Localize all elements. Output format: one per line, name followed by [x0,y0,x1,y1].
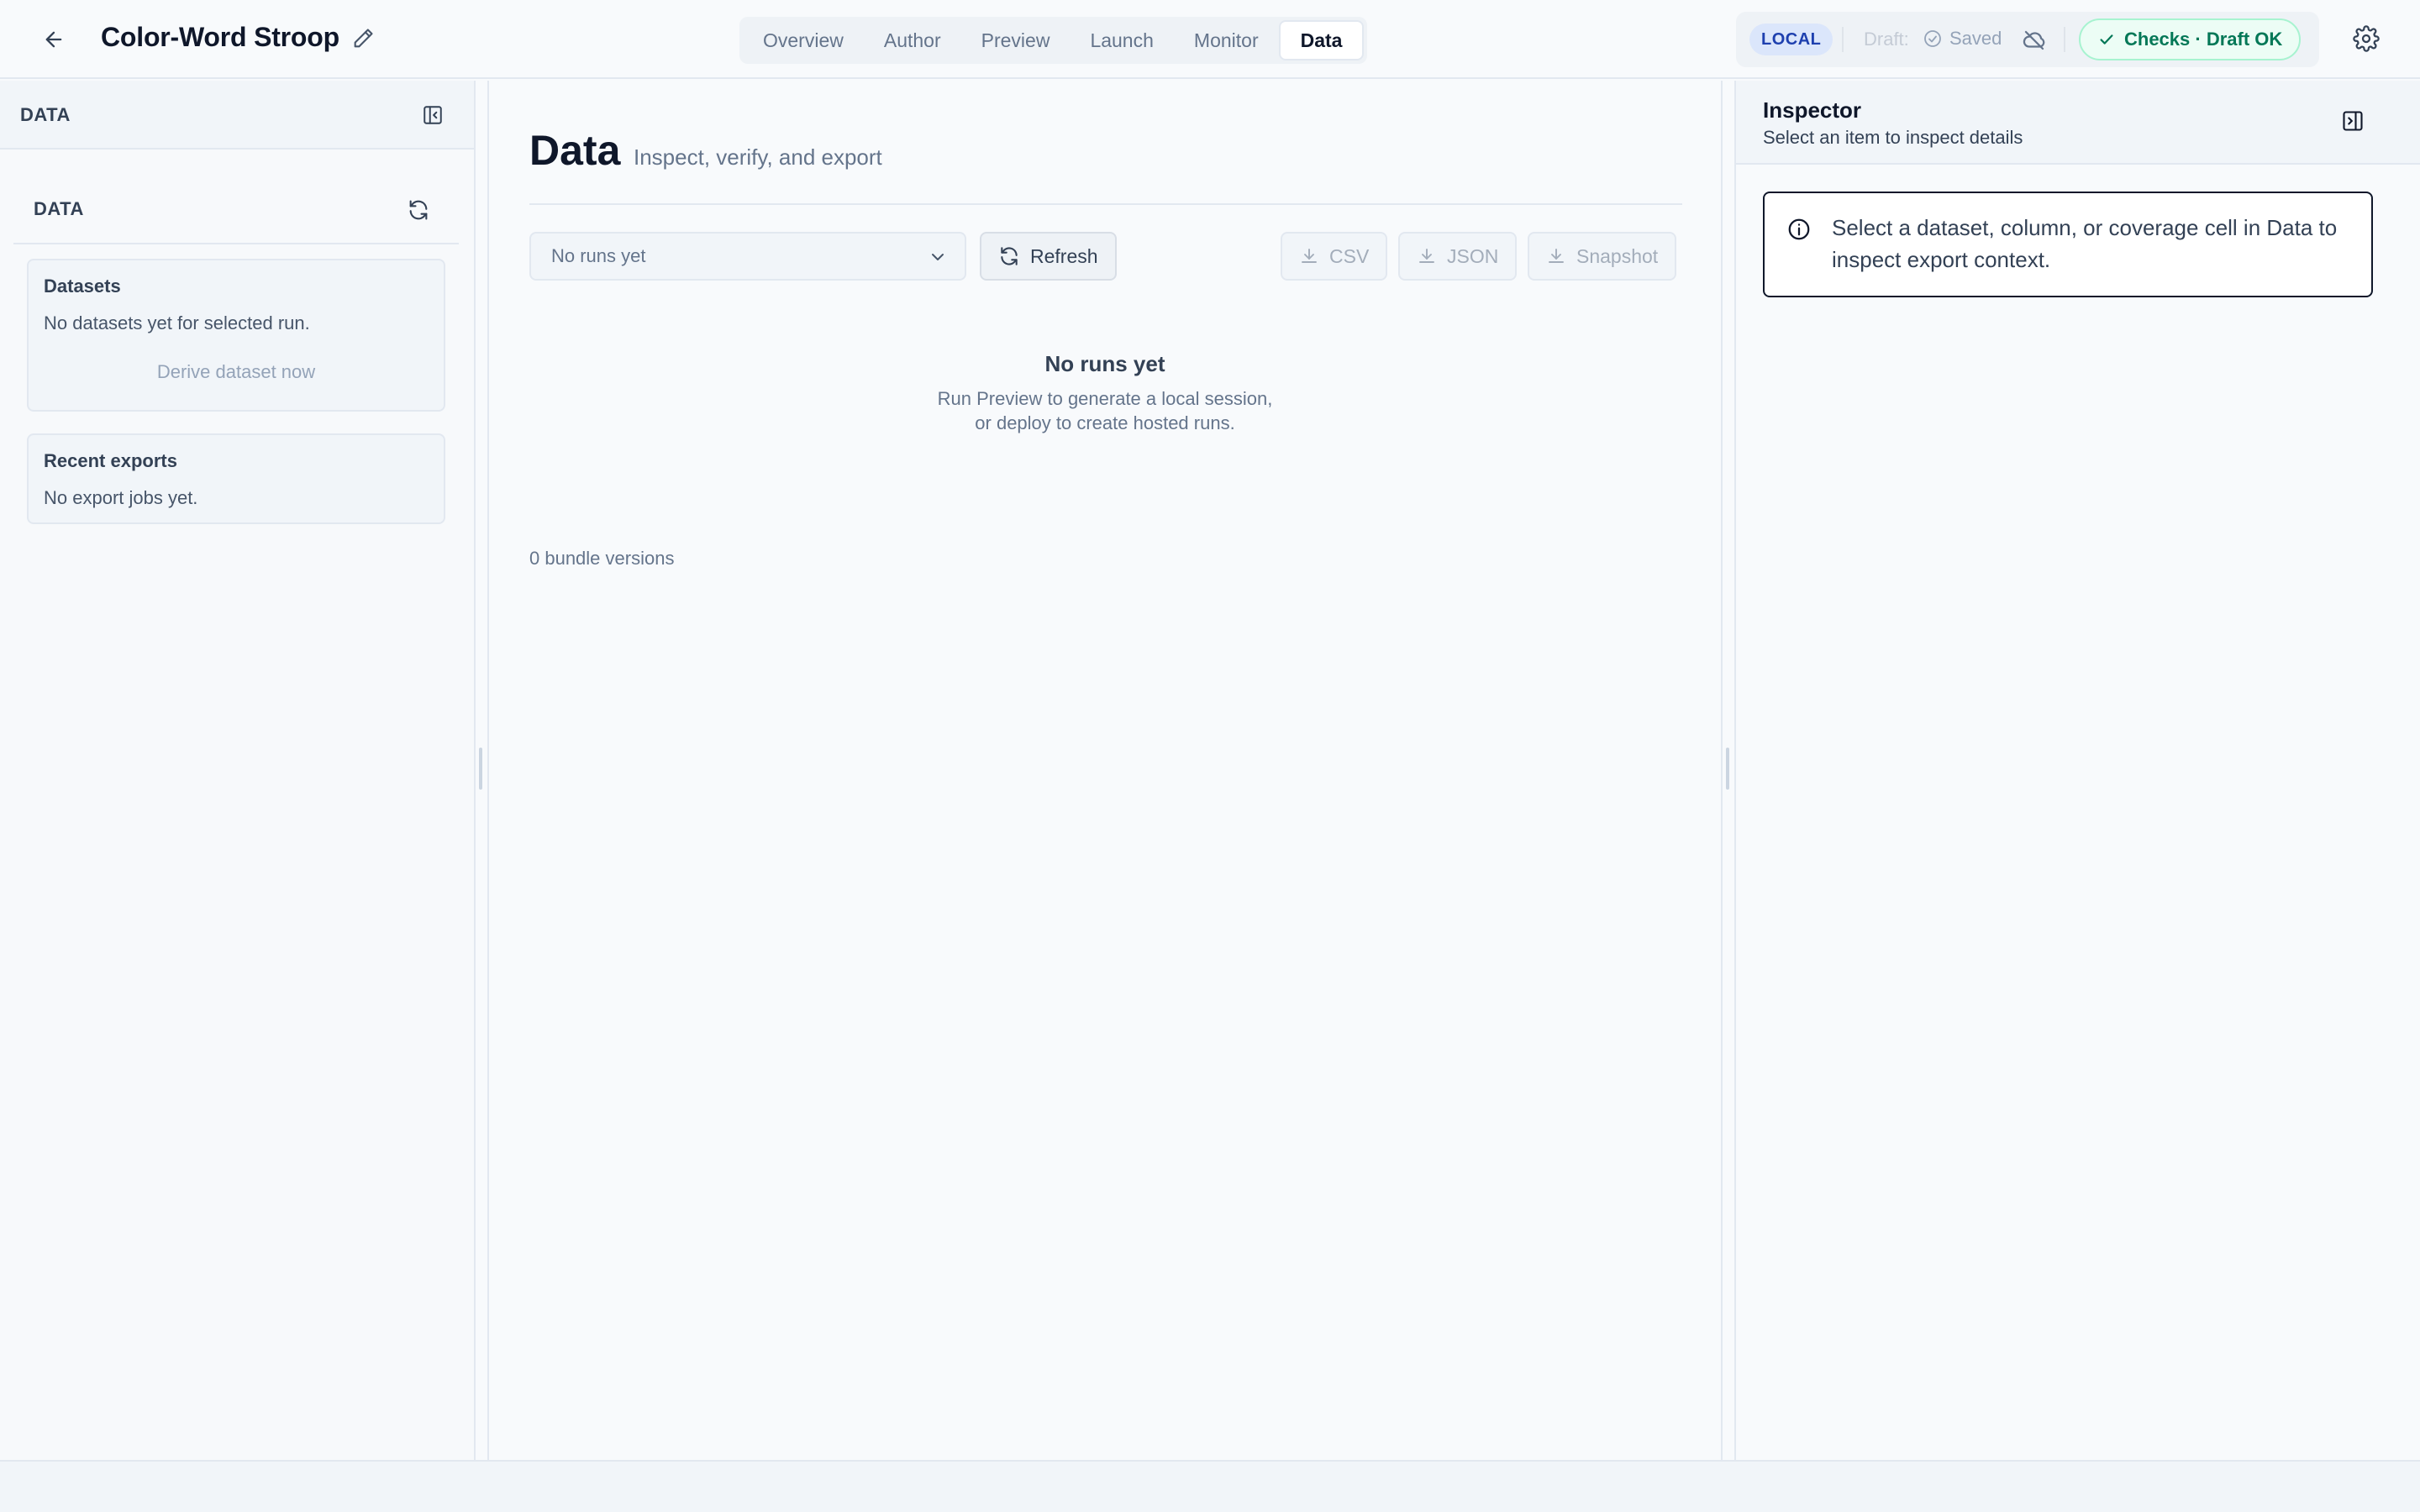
checks-label: Checks · Draft OK [2124,29,2283,50]
left-resize-handle[interactable] [479,748,482,790]
empty-state-text: Run Preview to generate a local session,… [937,388,1273,433]
tab-launch[interactable]: Launch [1070,20,1173,60]
page-title: Data [529,127,621,174]
divider [13,243,459,244]
main-tabs: Overview Author Preview Launch Monitor D… [739,17,1368,64]
derive-dataset-button[interactable]: Derive dataset now [29,361,444,383]
export-snapshot-label: Snapshot [1576,244,1659,267]
run-select-value: No runs yet [551,245,646,266]
main-content: Data Inspect, verify, and export No runs… [487,81,1723,1460]
inspector-info-box: Select a dataset, column, or coverage ce… [1763,192,2373,297]
pencil-icon [354,29,373,48]
page-subtitle: Inspect, verify, and export [634,144,882,170]
tab-monitor[interactable]: Monitor [1174,20,1279,60]
recent-exports-empty-text: No export jobs yet. [44,487,198,508]
run-select[interactable]: No runs yet [529,232,966,281]
inspector-subtitle: Select an item to inspect details [1763,127,2023,148]
data-section-title: DATA [34,198,84,219]
saved-label: Saved [1949,28,2002,49]
inspector-header: Inspector Select an item to inspect deta… [1736,81,2420,165]
checks-status-button[interactable]: Checks · Draft OK [2079,18,2302,60]
panel-left-collapse-icon [424,106,442,124]
tab-preview[interactable]: Preview [961,20,1071,60]
settings-button[interactable] [2349,22,2383,55]
refresh-label: Refresh [1030,244,1098,267]
check-icon [2100,34,2113,45]
data-sidebar: DATA DATA Datasets No datasets yet for s… [0,81,476,1460]
chevron-down-icon [932,254,944,260]
collapse-sidebar-button[interactable] [418,101,447,129]
sidebar-header-title: DATA [20,104,71,125]
saved-status: Saved [1923,28,2002,50]
draft-label: Draft: [1864,29,1909,50]
export-json-label: JSON [1447,244,1499,267]
sync-toggle[interactable] [2022,28,2047,53]
tab-author[interactable]: Author [864,20,961,60]
gear-icon [2353,25,2380,52]
divider [1842,27,1844,52]
export-csv-button[interactable]: CSV [1281,232,1388,281]
empty-state-title: No runs yet [1044,351,1165,376]
cloud-off-icon [2023,30,2045,50]
bundle-versions-count: 0 bundle versions [529,548,675,569]
datasets-card: Datasets No datasets yet for selected ru… [27,259,445,412]
back-button[interactable] [37,23,71,56]
status-group: LOCAL Draft: Saved Checks · Draft OK [1736,12,2319,67]
refresh-sidebar-button[interactable] [403,195,434,225]
info-icon [1788,218,1810,240]
export-csv-label: CSV [1329,244,1370,267]
refresh-button[interactable]: Refresh [980,232,1117,281]
datasets-empty-text: No datasets yet for selected run. [44,312,310,333]
edit-title-button[interactable] [348,24,378,54]
download-icon [1419,249,1434,263]
tab-overview[interactable]: Overview [743,20,864,60]
datasets-title: Datasets [44,276,121,297]
status-footer [0,1460,2420,1512]
app-title: Color-Word Stroop [101,22,339,52]
check-circle-icon [1924,30,1941,47]
inspector-title: Inspector [1763,97,1862,123]
download-icon [1302,249,1317,263]
export-snapshot-button[interactable]: Snapshot [1528,232,1677,281]
tab-data[interactable]: Data [1278,20,1365,60]
recent-exports-card: Recent exports No export jobs yet. [27,433,445,524]
sidebar-header: DATA [0,81,474,150]
inspector-info-text: Select a dataset, column, or coverage ce… [1832,215,2338,272]
collapse-inspector-button[interactable] [2338,106,2368,136]
top-header: Color-Word Stroop Overview Author Previe… [0,0,2420,79]
inspector-panel: Inspector Select an item to inspect deta… [1734,81,2420,1460]
panel-right-collapse-icon [2343,111,2363,131]
divider [2064,27,2065,52]
environment-badge: LOCAL [1749,24,1833,55]
recent-exports-title: Recent exports [44,450,177,471]
export-json-button[interactable]: JSON [1398,232,1518,281]
refresh-icon [1001,247,1018,265]
right-resize-handle[interactable] [1726,748,1729,790]
divider [529,203,1682,205]
download-icon [1549,249,1564,263]
arrow-left-icon [45,31,62,48]
refresh-icon [409,200,428,220]
